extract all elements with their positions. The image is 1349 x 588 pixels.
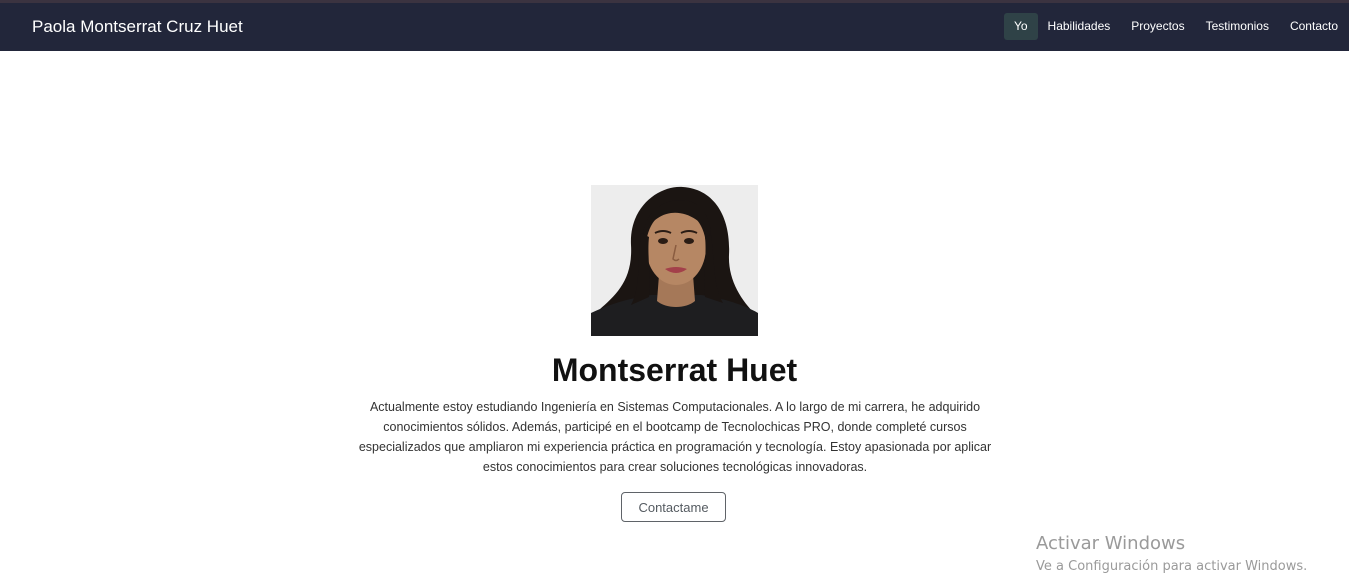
watermark-subtitle: Ve a Configuración para activar Windows. [1036, 559, 1308, 574]
nav-link-proyectos[interactable]: Proyectos [1121, 13, 1194, 40]
nav-link-yo[interactable]: Yo [1003, 13, 1038, 40]
hero-name: Montserrat Huet [551, 352, 798, 388]
contact-button[interactable]: Contactame [621, 492, 726, 522]
windows-activation-watermark: Activar Windows Ve a Configuración para … [1036, 533, 1307, 577]
nav-link-testimonios[interactable]: Testimonios [1196, 13, 1279, 40]
brand-name[interactable]: Paola Montserrat Cruz Huet [32, 16, 243, 38]
nav-links: Yo Habilidades Proyectos Testimonios Con… [1003, 13, 1349, 40]
hero-description: Actualmente estoy estudiando Ingeniería … [358, 400, 992, 474]
profile-photo [591, 185, 758, 336]
watermark-title: Activar Windows [1036, 533, 1186, 554]
nav-link-contacto[interactable]: Contacto [1280, 13, 1348, 40]
navbar: Paola Montserrat Cruz Huet Yo Habilidade… [0, 3, 1349, 51]
nav-link-habilidades[interactable]: Habilidades [1038, 13, 1121, 40]
